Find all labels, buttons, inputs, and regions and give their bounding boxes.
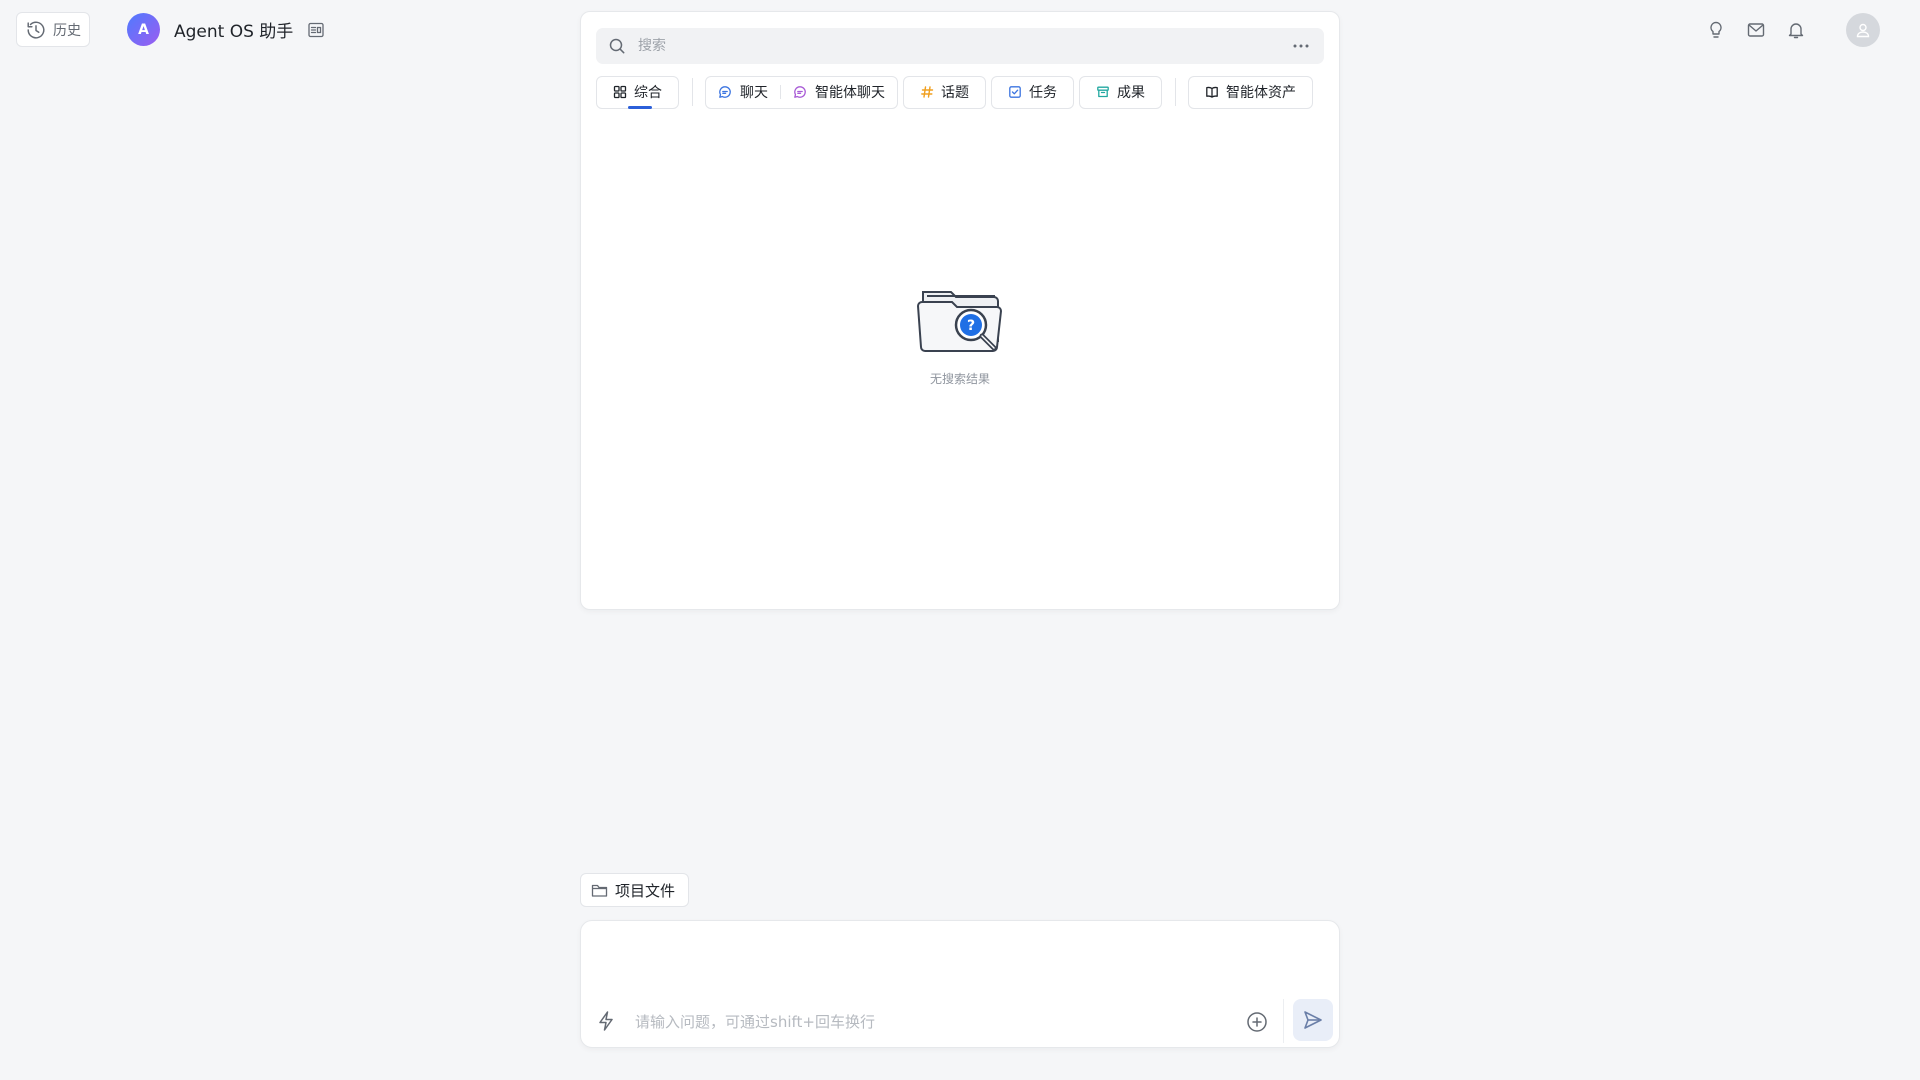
- tab-result[interactable]: 成果: [1079, 75, 1162, 109]
- chat-tab-group: 聊天 智能体聊天: [705, 75, 898, 109]
- empty-state-text: 无搜索结果: [929, 372, 990, 386]
- tab-chat[interactable]: 聊天: [706, 77, 780, 108]
- tab-task-label: 任务: [1029, 85, 1057, 101]
- hashtag-icon: [920, 85, 934, 99]
- history-button[interactable]: 历史: [16, 12, 90, 47]
- checkbox-icon: [1008, 85, 1022, 99]
- tab-agent-chat[interactable]: 智能体聊天: [781, 77, 897, 108]
- project-files-button[interactable]: 项目文件: [580, 873, 690, 907]
- tab-all-label: 综合: [634, 85, 662, 101]
- search-input[interactable]: [636, 37, 1290, 55]
- user-avatar-icon: [1856, 23, 1870, 38]
- tab-divider: [1175, 78, 1176, 106]
- book-icon: [1205, 85, 1219, 99]
- tab-result-label: 成果: [1117, 85, 1145, 101]
- tab-topic[interactable]: 话题: [903, 75, 986, 109]
- send-button[interactable]: [1293, 999, 1333, 1041]
- tab-agent-chat-label: 智能体聊天: [815, 85, 885, 101]
- message-input[interactable]: [633, 1009, 1193, 1033]
- send-icon: [1304, 1011, 1322, 1029]
- search-tabs: 综合 聊天 智能体聊天 话题 任务 成果 智能体资产: [596, 75, 1318, 109]
- message-composer: [580, 920, 1340, 1048]
- chat-bubble-icon: [718, 85, 732, 99]
- tab-chat-label: 聊天: [740, 85, 768, 101]
- project-files-label: 项目文件: [615, 881, 676, 900]
- search-bar: [596, 28, 1324, 64]
- box-icon: [1096, 85, 1110, 99]
- history-icon: [25, 19, 47, 41]
- mail-icon[interactable]: [1744, 18, 1768, 42]
- bell-icon[interactable]: [1784, 18, 1808, 42]
- user-avatar[interactable]: [1846, 13, 1880, 47]
- tab-agent-assets-label: 智能体资产: [1226, 85, 1296, 101]
- folder-icon: [591, 882, 608, 899]
- svg-text:?: ?: [967, 318, 975, 334]
- top-right-actions: [1704, 12, 1880, 48]
- lightning-icon[interactable]: [596, 1010, 616, 1032]
- agent-avatar[interactable]: A: [127, 13, 160, 46]
- empty-folder-search-icon: ?: [916, 291, 1003, 352]
- add-circle-icon[interactable]: [1245, 1010, 1269, 1034]
- tab-task[interactable]: 任务: [991, 75, 1074, 109]
- empty-state: ? 无搜索结果: [581, 280, 1339, 387]
- tab-agent-assets[interactable]: 智能体资产: [1188, 75, 1313, 109]
- more-horizontal-icon[interactable]: [1290, 35, 1312, 57]
- agent-header: A Agent OS 助手: [127, 13, 325, 46]
- tab-divider: [692, 78, 693, 106]
- tab-all[interactable]: 综合: [596, 75, 679, 109]
- doc-card-icon[interactable]: [307, 21, 325, 39]
- tab-topic-label: 话题: [941, 85, 969, 101]
- grid-icon: [613, 85, 627, 99]
- lightbulb-icon[interactable]: [1704, 18, 1728, 42]
- search-panel: 综合 聊天 智: [580, 11, 1340, 610]
- history-label: 历史: [53, 22, 81, 39]
- search-icon: [608, 37, 626, 55]
- composer-divider: [1283, 999, 1284, 1043]
- agent-chat-icon: [793, 85, 807, 99]
- agent-name: Agent OS 助手: [174, 22, 294, 42]
